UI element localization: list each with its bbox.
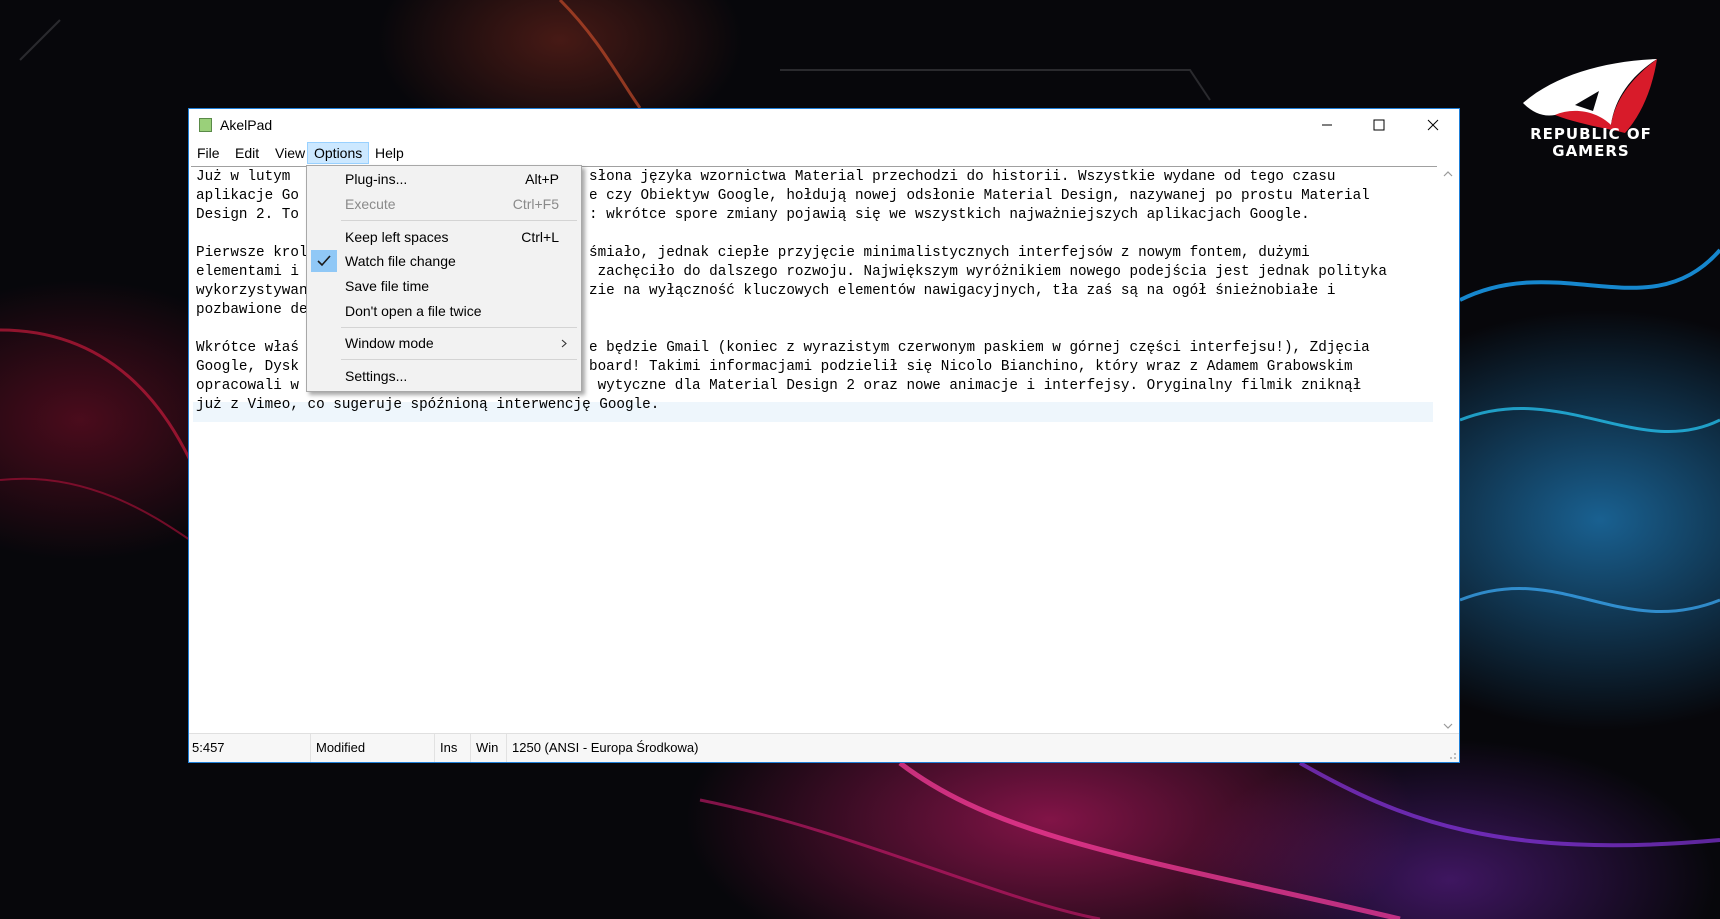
status-bar: 5:457 Modified Ins Win 1250 (ANSI - Euro… (189, 733, 1459, 762)
menu-item-save-file-time[interactable]: Save file time (309, 275, 579, 297)
menu-item-label: Window mode (345, 335, 434, 351)
menu-item-watch-file-change[interactable]: Watch file change (309, 250, 579, 272)
rog-brand-text: REPUBLIC OF GAMERS (1515, 126, 1667, 160)
checkmark-icon (317, 255, 331, 267)
brand-line-1: REPUBLIC OF (1530, 125, 1652, 143)
resize-grip-icon[interactable] (1447, 750, 1457, 760)
akelpad-app-icon (199, 118, 212, 132)
menu-bar: File Edit View Options Help (189, 141, 1459, 165)
editor-line: opracowali w (196, 378, 299, 394)
status-newline: Win (473, 734, 507, 762)
menu-file[interactable]: File (191, 142, 226, 164)
menu-item-shortcut: Alt+P (525, 171, 559, 187)
menu-item-dont-open-twice[interactable]: Don't open a file twice (309, 300, 579, 322)
menu-item-label: Plug-ins... (345, 171, 408, 187)
editor-line-right: wytyczne dla Material Design 2 oraz nowe… (589, 378, 1362, 394)
editor-line-right: : wkrótce spore zmiany pojawią się we ws… (589, 207, 1310, 223)
title-bar[interactable]: AkelPad (189, 109, 1459, 141)
menu-item-label: Save file time (345, 278, 430, 294)
editor-line: Pierwsze krol (196, 245, 308, 261)
menu-options[interactable]: Options (307, 142, 370, 164)
menu-item-execute[interactable]: Execute Ctrl+F5 (309, 193, 579, 215)
editor-line: Już w lutym (196, 169, 299, 185)
close-icon (1427, 119, 1439, 131)
editor-line: już z Vimeo, co sugeruje spóźnioną inter… (196, 397, 660, 413)
minimize-button[interactable] (1301, 109, 1353, 141)
menu-item-keep-left-spaces[interactable]: Keep left spaces Ctrl+L (309, 226, 579, 248)
menu-help[interactable]: Help (369, 142, 410, 164)
vertical-scrollbar[interactable] (1439, 166, 1457, 734)
status-modified: Modified (313, 734, 435, 762)
scroll-down-arrow-icon[interactable] (1443, 722, 1453, 730)
menu-item-label: Keep left spaces (345, 229, 449, 245)
maximize-button[interactable] (1353, 109, 1405, 141)
menu-separator (341, 327, 577, 328)
menu-item-plugins[interactable]: Plug-ins... Alt+P (309, 168, 579, 190)
submenu-chevron-right-icon (561, 339, 567, 348)
menu-view[interactable]: View (269, 142, 311, 164)
editor-line-right: e czy Obiektyw Google, hołdują nowej ods… (589, 188, 1370, 204)
editor-line: Design 2. To (196, 207, 299, 223)
status-cursor-position: 5:457 (189, 734, 311, 762)
menu-item-label: Watch file change (345, 253, 456, 269)
menu-item-label: Settings... (345, 368, 408, 384)
menu-item-shortcut: Ctrl+L (521, 229, 559, 245)
maximize-icon (1373, 119, 1385, 131)
close-button[interactable] (1407, 109, 1459, 141)
editor-line: aplikacje Go (196, 188, 299, 204)
options-dropdown-menu: Plug-ins... Alt+P Execute Ctrl+F5 Keep l… (306, 165, 582, 392)
checked-indicator (311, 250, 337, 272)
editor-line-right: zachęciło do dalszego rozwoju. Największ… (589, 264, 1387, 280)
menu-item-settings[interactable]: Settings... (309, 365, 579, 387)
brand-line-2: GAMERS (1552, 142, 1630, 160)
menu-item-window-mode[interactable]: Window mode (309, 332, 579, 354)
editor-line: wykorzystywan (196, 283, 308, 299)
editor-line-right: board! Takimi informacjami podzielił się… (589, 359, 1353, 375)
menu-item-shortcut: Ctrl+F5 (512, 196, 559, 212)
editor-line: pozbawione de (196, 302, 308, 318)
menu-item-label: Execute (345, 196, 396, 212)
menu-separator (341, 359, 577, 360)
editor-line: elementami i (196, 264, 299, 280)
editor-line-right: śmiało, jednak ciepłe przyjęcie minimali… (589, 245, 1310, 261)
menu-edit[interactable]: Edit (229, 142, 265, 164)
editor-line-right: słona języka wzornictwa Material przecho… (589, 169, 1336, 185)
window-title: AkelPad (220, 117, 273, 133)
editor-line-right: zie na wyłączność kluczowych elementów n… (589, 283, 1336, 299)
menu-separator (341, 220, 577, 221)
editor-line-right: e będzie Gmail (koniec z wyrazistym czer… (589, 340, 1370, 356)
editor-line: Wkrótce właś (196, 340, 299, 356)
menu-item-label: Don't open a file twice (345, 303, 482, 319)
scroll-up-arrow-icon[interactable] (1443, 170, 1453, 178)
minimize-icon (1322, 124, 1332, 126)
status-encoding: 1250 (ANSI - Europa Środkowa) (512, 740, 699, 755)
status-insert-mode: Ins (437, 734, 471, 762)
editor-line: Google, Dysk (196, 359, 299, 375)
